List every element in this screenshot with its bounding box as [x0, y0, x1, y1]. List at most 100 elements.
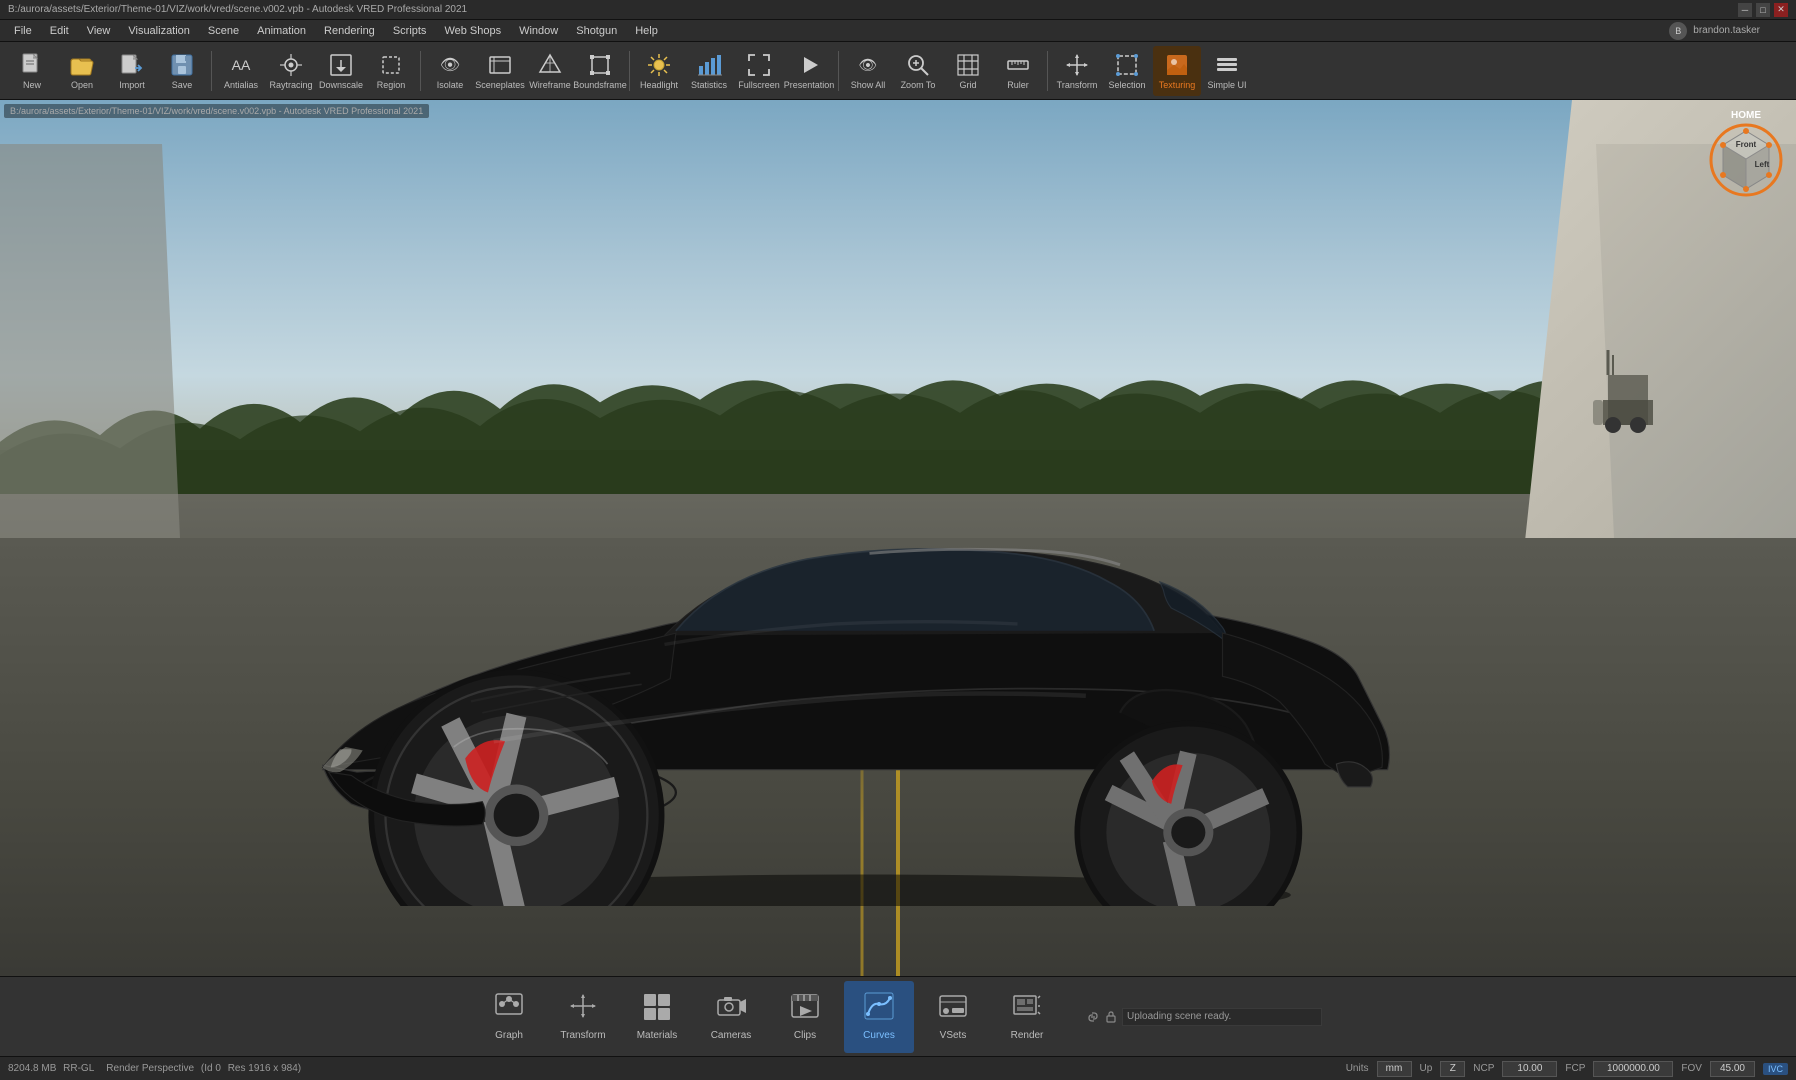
bottom-materials-icon — [642, 992, 672, 1026]
toolbar-zoom-to[interactable]: Zoom To — [894, 46, 942, 96]
graph-icon — [494, 992, 524, 1026]
bottom-clips[interactable]: Clips — [770, 981, 840, 1053]
menu-visualization[interactable]: Visualization — [120, 23, 198, 39]
toolbar-antialias[interactable]: AA Antialias — [217, 46, 265, 96]
toolbar-transform[interactable]: Transform — [1053, 46, 1101, 96]
headlight-icon — [645, 51, 673, 79]
toolbar-selection[interactable]: Selection — [1103, 46, 1151, 96]
toolbar-sceneplates-label: Sceneplates — [475, 81, 525, 90]
status-search-input[interactable] — [1122, 1008, 1322, 1026]
nav-cube-3d[interactable]: Front Left — [1709, 123, 1784, 198]
toolbar-raytracing[interactable]: Raytracing — [267, 46, 315, 96]
user-avatar: B — [1669, 22, 1687, 40]
window-controls: ─ □ ✕ — [1738, 3, 1788, 17]
toolbar-texturing[interactable]: Texturing — [1153, 46, 1201, 96]
bottom-render-icon — [1012, 992, 1042, 1026]
nav-home-label[interactable]: HOME — [1731, 110, 1761, 121]
status-right-section: Units Up NCP FCP FOV IVC — [1346, 1061, 1788, 1077]
toolbar-selection-label: Selection — [1108, 81, 1145, 90]
toolbar-downscale[interactable]: Downscale — [317, 46, 365, 96]
bottom-curves-icon — [864, 992, 894, 1026]
wireframe-icon — [536, 51, 564, 79]
toolbar-simple-ui[interactable]: Simple UI — [1203, 46, 1251, 96]
status-fov-input[interactable] — [1710, 1061, 1755, 1077]
toolbar-boundsframe[interactable]: Boundsframe — [576, 46, 624, 96]
menu-webshops[interactable]: Web Shops — [436, 23, 509, 39]
bottom-transform-icon — [568, 992, 598, 1026]
menu-rendering[interactable]: Rendering — [316, 23, 383, 39]
status-up-input[interactable] — [1440, 1061, 1465, 1077]
nav-cube[interactable]: HOME Front Left — [1706, 110, 1786, 200]
bottom-transform-label: Transform — [560, 1030, 605, 1041]
menu-animation[interactable]: Animation — [249, 23, 314, 39]
bottom-clips-icon — [790, 992, 820, 1026]
bottom-curves[interactable]: Curves — [844, 981, 914, 1053]
toolbar-statistics[interactable]: Statistics — [685, 46, 733, 96]
toolbar-fullscreen[interactable]: Fullscreen — [735, 46, 783, 96]
isolate-icon: 👁 — [436, 51, 464, 79]
menu-file[interactable]: File — [6, 23, 40, 39]
toolbar-open[interactable]: Open — [58, 46, 106, 96]
statistics-icon — [695, 51, 723, 79]
toolbar-import[interactable]: Import — [108, 46, 156, 96]
menu-view[interactable]: View — [79, 23, 119, 39]
boundsframe-icon — [586, 51, 614, 79]
toolbar-downscale-label: Downscale — [319, 81, 363, 90]
toolbar-grid[interactable]: Grid — [944, 46, 992, 96]
toolbar-wireframe[interactable]: Wireframe — [526, 46, 574, 96]
toolbar-presentation[interactable]: Presentation — [785, 46, 833, 96]
status-ncp-input[interactable] — [1502, 1061, 1557, 1077]
app-title: B:/aurora/assets/Exterior/Theme-01/VIZ/w… — [8, 4, 1738, 15]
car-svg — [72, 337, 1599, 906]
toolbar-isolate-label: Isolate — [437, 81, 464, 90]
toolbar-isolate[interactable]: 👁 Isolate — [426, 46, 474, 96]
status-units-input[interactable] — [1377, 1061, 1412, 1077]
status-up-label: Up — [1420, 1063, 1433, 1074]
menu-shotgun[interactable]: Shotgun — [568, 23, 625, 39]
menu-edit[interactable]: Edit — [42, 23, 77, 39]
toolbar-new-label: New — [23, 81, 41, 90]
bottom-transform[interactable]: Transform — [548, 981, 618, 1053]
status-fcp-input[interactable] — [1593, 1061, 1673, 1077]
bottom-vsets-label: VSets — [940, 1030, 967, 1041]
status-bar: 8204.8 MB RR-GL Render Perspective (Id 0… — [0, 1056, 1796, 1080]
minimize-button[interactable]: ─ — [1738, 3, 1752, 17]
menu-help[interactable]: Help — [627, 23, 666, 39]
toolbar-ruler[interactable]: Ruler — [994, 46, 1042, 96]
close-button[interactable]: ✕ — [1774, 3, 1788, 17]
toolbar-sceneplates[interactable]: Sceneplates — [476, 46, 524, 96]
bottom-graph[interactable]: Graph — [474, 981, 544, 1053]
menu-scripts[interactable]: Scripts — [385, 23, 435, 39]
bottom-render[interactable]: Render — [992, 981, 1062, 1053]
viewport-path-label: B:/aurora/assets/Exterior/Theme-01/VIZ/w… — [4, 104, 429, 118]
bottom-render-label: Render — [1011, 1030, 1044, 1041]
maximize-button[interactable]: □ — [1756, 3, 1770, 17]
sep-1 — [211, 51, 212, 91]
bottom-vsets-icon — [938, 992, 968, 1026]
toolbar-new[interactable]: New — [8, 46, 56, 96]
toolbar-headlight-label: Headlight — [640, 81, 678, 90]
bottom-vsets[interactable]: VSets — [918, 981, 988, 1053]
toolbar-save[interactable]: Save — [158, 46, 206, 96]
bottom-cameras[interactable]: Cameras — [696, 981, 766, 1053]
lock-icon — [1104, 1010, 1118, 1024]
toolbar-headlight[interactable]: Headlight — [635, 46, 683, 96]
status-ncp-label: NCP — [1473, 1063, 1494, 1074]
downscale-icon — [327, 51, 355, 79]
menu-window[interactable]: Window — [511, 23, 566, 39]
toolbar-show-all-label: Show All — [851, 81, 886, 90]
bottom-materials-label: Materials — [637, 1030, 678, 1041]
menu-scene[interactable]: Scene — [200, 23, 247, 39]
sep-2 — [420, 51, 421, 91]
bottom-cameras-icon — [716, 992, 746, 1026]
toolbar-region[interactable]: Region — [367, 46, 415, 96]
bottom-graph-label: Graph — [495, 1030, 523, 1041]
save-icon — [168, 51, 196, 79]
main-viewport[interactable]: B:/aurora/assets/Exterior/Theme-01/VIZ/w… — [0, 100, 1796, 976]
toolbar-fullscreen-label: Fullscreen — [738, 81, 780, 90]
bottom-materials[interactable]: Materials — [622, 981, 692, 1053]
user-name: brandon.tasker — [1693, 25, 1760, 36]
svg-text:Left: Left — [1754, 160, 1769, 169]
toolbar-transform-label: Transform — [1057, 81, 1098, 90]
toolbar-show-all[interactable]: 👁 Show All — [844, 46, 892, 96]
